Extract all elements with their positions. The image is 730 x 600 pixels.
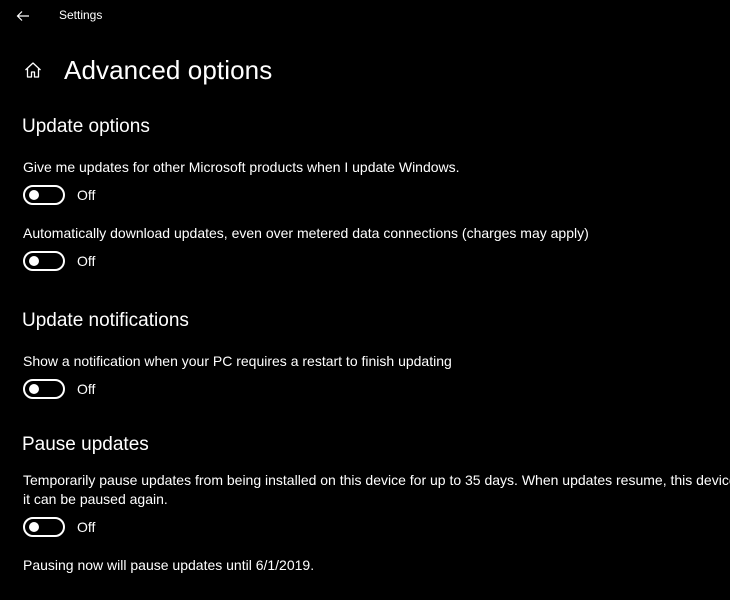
toggle-restart-notification[interactable] xyxy=(23,379,65,399)
toggle-pause-updates[interactable] xyxy=(23,517,65,537)
toggle-knob xyxy=(29,384,39,394)
back-arrow-icon xyxy=(16,11,29,21)
section-title-update-notifications: Update notifications xyxy=(22,310,189,331)
toggle-state-label: Off xyxy=(77,187,96,203)
toggle-state-label: Off xyxy=(77,253,96,269)
section-title-update-options: Update options xyxy=(22,116,150,137)
page-title: Advanced options xyxy=(64,54,273,85)
toggle-other-products[interactable] xyxy=(23,185,65,205)
pause-updates-note: Pausing now will pause updates until 6/1… xyxy=(23,557,315,573)
setting-row-other-products: Off xyxy=(23,185,95,205)
toggle-metered-download[interactable] xyxy=(23,251,65,271)
setting-row-restart-notification: Off xyxy=(23,379,95,399)
setting-label-other-products: Give me updates for other Microsoft prod… xyxy=(23,159,460,175)
section-title-pause-updates: Pause updates xyxy=(22,434,149,455)
back-button[interactable] xyxy=(10,6,36,26)
toggle-state-label: Off xyxy=(77,381,96,397)
home-icon xyxy=(25,62,41,78)
toggle-state-label: Off xyxy=(77,519,96,535)
toggle-knob xyxy=(29,522,39,532)
setting-row-metered-download: Off xyxy=(23,251,95,271)
setting-row-pause-updates: Off xyxy=(23,517,95,537)
title-bar: Settings xyxy=(0,0,730,32)
setting-label-restart-notification: Show a notification when your PC require… xyxy=(23,353,452,369)
settings-window: Settings Advanced options Update options… xyxy=(0,0,730,600)
toggle-knob xyxy=(29,190,39,200)
app-title: Settings xyxy=(59,8,103,22)
pause-updates-description-line1: Temporarily pause updates from being ins… xyxy=(23,472,730,488)
page-header: Advanced options xyxy=(22,52,272,88)
pause-updates-description-line2: it can be paused again. xyxy=(23,491,168,507)
toggle-knob xyxy=(29,256,39,266)
setting-label-metered-download: Automatically download updates, even ove… xyxy=(23,225,589,241)
home-button[interactable] xyxy=(22,59,44,81)
